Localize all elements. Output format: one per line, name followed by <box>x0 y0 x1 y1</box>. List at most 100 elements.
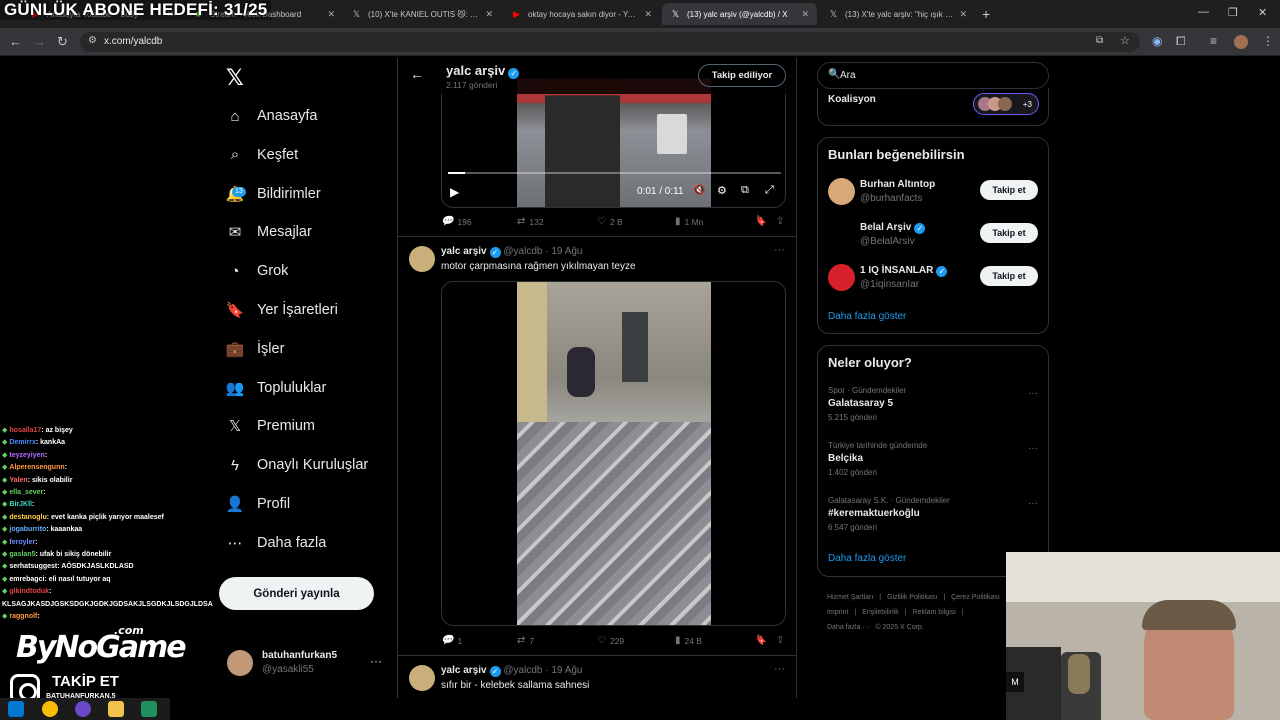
site-info-icon[interactable]: ⚙ <box>88 35 97 46</box>
forward-arrow-icon[interactable]: → <box>33 34 46 49</box>
mute-icon[interactable]: 🔇 <box>693 185 705 196</box>
nav-item-search[interactable]: ⌕ Keşfet <box>226 139 298 171</box>
picture-in-picture-icon[interactable]: ⧉ <box>741 184 749 197</box>
close-icon[interactable]: ✕ <box>485 9 493 20</box>
nav-item-x-premium[interactable]: 𝕏 Premium <box>226 410 315 442</box>
video-progress-track[interactable] <box>448 172 781 174</box>
extensions-puzzle-icon[interactable]: ⧠ <box>1176 34 1186 49</box>
more-dots-icon[interactable]: ··· <box>774 663 785 675</box>
bookmark-button[interactable]: 🔖 <box>754 216 770 227</box>
maximize-button[interactable]: ❐ <box>1228 6 1238 19</box>
bookmark-button[interactable]: 🔖 <box>754 635 770 646</box>
nav-item-mail[interactable]: ✉ Mesajlar <box>226 216 312 248</box>
nav-item-more-circle[interactable]: ⋯ Daha fazla <box>226 527 327 559</box>
play-icon[interactable]: ▶ <box>450 185 459 199</box>
more-dots-icon[interactable]: ··· <box>370 654 382 668</box>
like-button[interactable]: ♡ 2 B <box>597 216 623 227</box>
nav-item-home[interactable]: ⌂ Anasayfa <box>226 100 317 132</box>
search-input[interactable]: 🔍 Ara <box>817 62 1049 89</box>
minimize-button[interactable]: — <box>1198 6 1209 18</box>
show-more-link[interactable]: Daha fazla göster <box>828 311 906 322</box>
koalisyon-card[interactable]: Koalisyon +3 <box>817 88 1049 126</box>
repost-button[interactable]: ⇄ 7 <box>517 635 534 646</box>
footer-link[interactable]: Imprint <box>827 609 848 616</box>
like-button[interactable]: ♡ 229 <box>597 635 624 646</box>
windows-start-icon[interactable] <box>8 701 24 717</box>
footer-link[interactable]: Gizlilik Politikası <box>887 594 937 601</box>
member-avatars[interactable]: +3 <box>973 93 1039 115</box>
more-dots-icon[interactable]: ··· <box>774 244 785 256</box>
footer-link[interactable]: © 2025 X Corp. <box>875 624 923 631</box>
chrome-icon[interactable] <box>42 701 58 717</box>
avatar[interactable] <box>409 246 435 272</box>
footer-link[interactable]: Hizmet Şartları <box>827 594 873 601</box>
following-button[interactable]: Takip ediliyor <box>698 64 786 87</box>
nav-item-bookmark[interactable]: 🔖 Yer İşaretleri <box>226 294 338 326</box>
back-arrow-icon[interactable]: ← <box>9 34 22 49</box>
views-button[interactable]: ▮ 1 Mn <box>675 216 703 227</box>
folder-icon[interactable] <box>108 701 124 717</box>
bookmark-star-icon[interactable]: ☆ <box>1120 34 1130 47</box>
browser-tab[interactable]: 𝕏 (10) X'te KANIEL OUTIS 😼: "O... ✕ <box>343 3 501 25</box>
nav-item-briefcase[interactable]: 💼 İşler <box>226 333 285 365</box>
chat-badge-icon: ◆ <box>2 501 8 509</box>
reply-button[interactable]: 💬 196 <box>441 216 472 227</box>
footer-link[interactable]: Çerez Politikası <box>951 594 1000 601</box>
account-switcher[interactable]: batuhanfurkan5 @yasakli55 ··· <box>227 648 387 678</box>
nav-item-bell[interactable]: 🔔13Bildirimler <box>226 178 321 210</box>
follow-button[interactable]: Takip et <box>980 180 1038 200</box>
trend-item[interactable]: Spor · Gündemdekiler Galatasaray 5 5.215 g… <box>828 386 1043 422</box>
nav-item-grok[interactable]: ◔ Grok <box>226 255 288 287</box>
suggestion-item[interactable]: Belal Arşiv ✓ @BelalArsiv Takip et <box>828 221 1043 251</box>
footer-link[interactable]: Erişilebilirlik <box>862 609 899 616</box>
follow-button[interactable]: Takip et <box>980 223 1038 243</box>
nav-item-people[interactable]: 👥 Topluluklar <box>226 372 327 404</box>
search-icon: 🔍 <box>828 69 841 80</box>
close-icon[interactable]: ✕ <box>959 9 967 20</box>
nav-item-person[interactable]: 👤 Profil <box>226 488 290 520</box>
share-button[interactable]: ⇪ <box>776 216 788 227</box>
close-icon[interactable]: ✕ <box>801 9 809 20</box>
close-icon[interactable]: ✕ <box>327 9 335 20</box>
video-player[interactable] <box>441 281 786 626</box>
footer-link[interactable]: Reklam bilgisi <box>913 609 956 616</box>
new-tab-button[interactable]: + <box>982 6 990 22</box>
chat-text: : <box>43 489 46 497</box>
menu-kebab-icon[interactable]: ⋮ <box>1262 34 1274 48</box>
suggestion-item[interactable]: Burhan Altıntop @burhanfacts Takip et <box>828 178 1043 208</box>
browser-tab-active[interactable]: 𝕏 (13) yalc arşiv (@yalcdb) / X ✕ <box>662 3 817 25</box>
nav-item-lightning[interactable]: ϟ Onaylı Kuruluşlar <box>226 449 368 481</box>
browser-tab[interactable]: ▶ oktay hocaya sakın diyor - YouT... ✕ <box>503 3 660 25</box>
avatar[interactable] <box>1234 35 1248 49</box>
footer-link[interactable]: Daha fazla ··· <box>827 624 869 631</box>
address-bar[interactable]: ⚙ x.com/yalcdb ⧉ ☆ <box>80 32 1140 52</box>
browser-tab[interactable]: 𝕏 (13) X'te yalc arşiv: "hiç ışık yok... ✕ <box>820 3 975 25</box>
more-dots-icon[interactable]: ··· <box>1028 498 1038 509</box>
install-app-icon[interactable]: ⧉ <box>1096 35 1103 46</box>
media-controls-icon[interactable]: ≡ <box>1210 34 1217 48</box>
extension-icon[interactable]: ◉ <box>1152 34 1162 48</box>
x-logo-icon[interactable]: 𝕏 <box>226 65 244 91</box>
reply-button[interactable]: 💬 1 <box>441 635 462 646</box>
share-button[interactable]: ⇪ <box>776 635 788 646</box>
show-more-link[interactable]: Daha fazla göster <box>828 553 906 564</box>
video-player[interactable]: ▶ 0:01 / 0:11 🔇 ⚙ ⧉ ⤢ <box>441 78 786 208</box>
gear-icon[interactable]: ⚙ <box>717 184 727 197</box>
back-arrow-icon[interactable]: ← <box>410 66 424 82</box>
close-window-button[interactable]: ✕ <box>1258 6 1267 19</box>
obs-icon[interactable] <box>75 701 91 717</box>
suggestion-item[interactable]: 1 IQ İNSANLAR ✓ @1iqinsanIar Takip et <box>828 264 1043 294</box>
repost-button[interactable]: ⇄ 132 <box>517 216 544 227</box>
follow-button[interactable]: Takip et <box>980 266 1038 286</box>
fullscreen-icon[interactable]: ⤢ <box>765 184 774 197</box>
trend-item[interactable]: Galatasaray S.K. · Gündemdekiler #keremak… <box>828 496 1043 532</box>
close-icon[interactable]: ✕ <box>644 9 652 20</box>
reload-icon[interactable]: ↻ <box>57 34 68 50</box>
app-icon[interactable] <box>141 701 157 717</box>
post-button[interactable]: Gönderi yayınla <box>219 577 374 610</box>
avatar[interactable] <box>409 665 435 691</box>
more-dots-icon[interactable]: ··· <box>1028 388 1038 399</box>
more-dots-icon[interactable]: ··· <box>1028 443 1038 454</box>
views-button[interactable]: ▮ 24 B <box>675 635 702 646</box>
trend-item[interactable]: Türkiye tarihinde gündemde Belçika 1.402 g… <box>828 441 1043 477</box>
